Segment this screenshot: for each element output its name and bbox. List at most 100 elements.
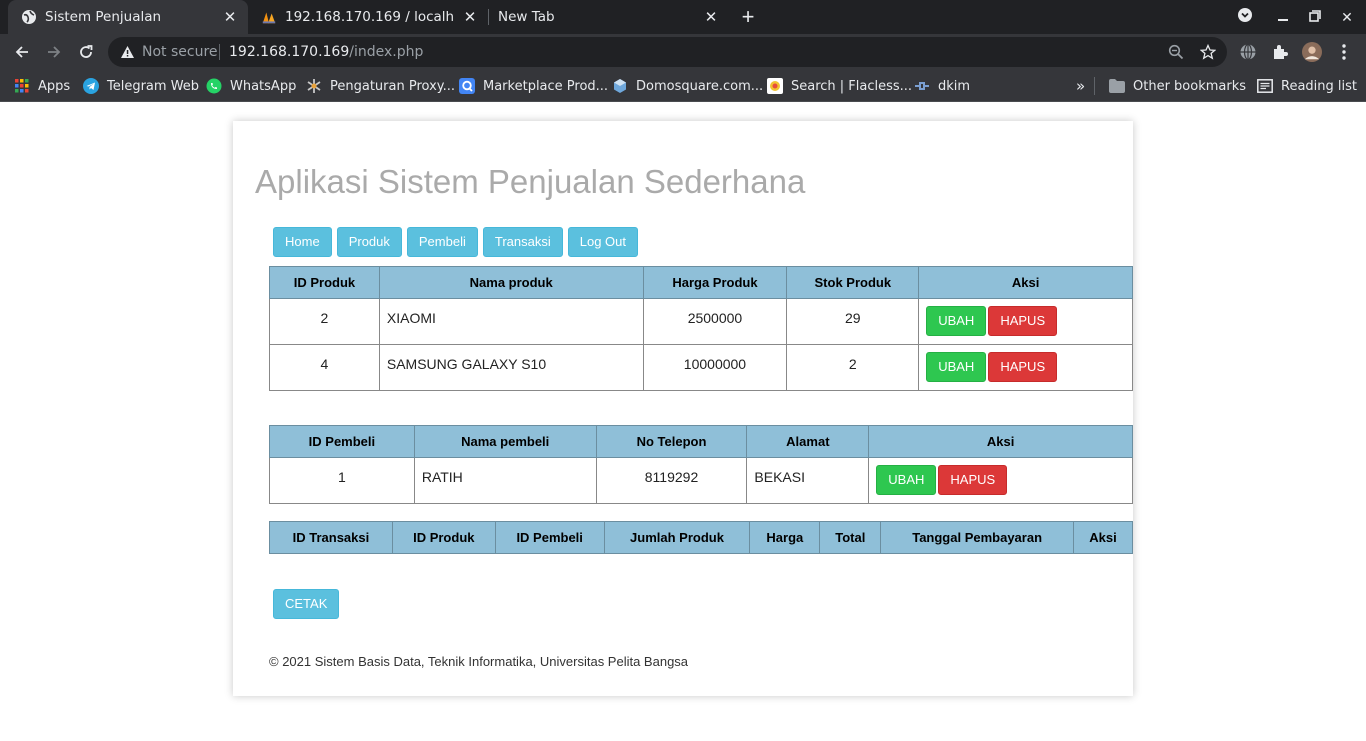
page-title: Aplikasi Sistem Penjualan Sederhana [255, 163, 806, 200]
print-button[interactable]: CETAK [273, 589, 340, 619]
nav-pembeli-button[interactable]: Pembeli [406, 227, 478, 257]
column-header: Aksi [868, 425, 1133, 458]
bookmark-star-icon[interactable] [1199, 43, 1217, 60]
bookmark-label: WhatsApp [230, 78, 297, 94]
cell-aksi: UBAH HAPUS [868, 457, 1133, 504]
column-header: Nama produk [378, 266, 644, 299]
column-header: Jumlah Produk [603, 521, 751, 554]
cell-alamat: BEKASI [746, 457, 870, 504]
bookmark-telegram[interactable]: Telegram Web [83, 77, 199, 95]
whatsapp-icon [206, 78, 222, 94]
bookmark-domosquare[interactable]: Domosquare.com... [612, 77, 763, 95]
tab-strip: Sistem Penjualan ✕ 192.168.170.169 / loc… [0, 0, 1366, 34]
tab-new-tab[interactable]: New Tab ✕ [489, 0, 729, 34]
cell-no-telepon: 8119292 [595, 457, 748, 504]
table-row: 1 RATIH 8119292 BEKASI UBAH HAPUS [269, 457, 1133, 504]
cell-aksi: UBAH HAPUS [918, 298, 1133, 345]
warning-icon[interactable] [120, 45, 135, 64]
column-header: No Telepon [595, 425, 748, 458]
new-tab-icon[interactable]: + [737, 6, 759, 28]
bookmark-label: Pengaturan Proxy... [330, 78, 456, 94]
bookmark-proxy[interactable]: Pengaturan Proxy... [306, 77, 455, 95]
security-label[interactable]: Not secure [142, 44, 218, 60]
tab-phpmyadmin[interactable]: 192.168.170.169 / localhost / j ✕ [248, 0, 488, 34]
minimize-icon[interactable] [1273, 7, 1293, 27]
bookmark-marketplace[interactable]: Marketplace Prod... [459, 77, 608, 95]
cell-stok-produk: 29 [786, 298, 920, 345]
nav-home-button[interactable]: Home [273, 227, 332, 257]
reload-icon[interactable] [74, 40, 98, 64]
proxy-icon [306, 78, 322, 94]
domosquare-icon [612, 78, 628, 94]
zoom-icon[interactable] [1168, 44, 1184, 60]
column-header: Stok Produk [786, 266, 920, 299]
bookmark-label: dkim [938, 78, 971, 94]
nav-produk-button[interactable]: Produk [336, 227, 402, 257]
cell-harga-produk: 2500000 [642, 298, 788, 345]
nav-logout-button[interactable]: Log Out [567, 227, 638, 257]
url-text[interactable]: 192.168.170.169/index.php [229, 44, 423, 60]
delete-button[interactable]: HAPUS [938, 465, 1008, 495]
url-path: /index.php [349, 44, 424, 60]
bookmarks-bar: Apps Telegram Web WhatsApp Pengaturan Pr… [0, 70, 1366, 102]
profile-avatar[interactable] [1302, 42, 1322, 62]
close-tab-icon[interactable]: ✕ [703, 9, 719, 25]
cell-id-produk: 4 [269, 344, 380, 391]
column-header: Nama pembeli [413, 425, 597, 458]
bookmark-whatsapp[interactable]: WhatsApp [206, 77, 296, 95]
delete-button[interactable]: HAPUS [988, 306, 1058, 336]
produk-table: ID Produk Nama produk Harga Produk Stok … [269, 266, 1133, 391]
forward-icon[interactable] [42, 40, 66, 64]
close-window-icon[interactable]: ✕ [1337, 7, 1357, 27]
menu-kebab-icon[interactable] [1334, 42, 1354, 62]
back-icon[interactable] [10, 40, 34, 64]
column-header: ID Produk [269, 266, 380, 299]
reading-list[interactable]: Reading list [1257, 77, 1357, 95]
transaksi-table: ID Transaksi ID Produk ID Pembeli Jumlah… [269, 521, 1133, 554]
address-bar[interactable]: Not secure 192.168.170.169/index.php [108, 37, 1227, 67]
main-container: Aplikasi Sistem Penjualan Sederhana Home… [233, 121, 1133, 696]
close-tab-icon[interactable]: ✕ [462, 9, 478, 25]
toolbar: Not secure 192.168.170.169/index.php [0, 34, 1366, 70]
tab-title: New Tab [498, 9, 555, 25]
tab-search-icon[interactable] [1235, 7, 1255, 27]
bookmark-label: Search | Flacless... [791, 78, 913, 94]
edit-button[interactable]: UBAH [926, 352, 987, 382]
table-row: 2 XIAOMI 2500000 29 UBAH HAPUS [269, 298, 1133, 345]
edit-button[interactable]: UBAH [926, 306, 987, 336]
bookmark-dkim[interactable]: dkim [914, 77, 970, 95]
column-header: Tanggal Pembayaran [880, 521, 1074, 554]
column-header: ID Pembeli [494, 521, 605, 554]
restore-icon[interactable] [1305, 7, 1325, 27]
bookmark-flacless[interactable]: Search | Flacless... [767, 77, 912, 95]
bookmark-label: Apps [38, 78, 71, 94]
extensions-icon[interactable] [1270, 42, 1290, 62]
delete-button[interactable]: HAPUS [988, 352, 1058, 382]
close-tab-icon[interactable]: ✕ [222, 9, 238, 25]
cell-nama-produk: XIAOMI [378, 298, 644, 345]
column-header: Total [819, 521, 882, 554]
tab-sistem-penjualan[interactable]: Sistem Penjualan ✕ [8, 0, 248, 34]
bookmark-label: Marketplace Prod... [483, 78, 609, 94]
cell-harga-produk: 10000000 [642, 344, 788, 391]
cell-aksi: UBAH HAPUS [918, 344, 1133, 391]
cell-id-produk: 2 [269, 298, 380, 345]
column-header: Harga Produk [642, 266, 788, 299]
reading-list-icon [1257, 78, 1273, 94]
edit-button[interactable]: UBAH [876, 465, 937, 495]
column-header: ID Pembeli [269, 425, 415, 458]
phpmyadmin-icon [261, 9, 277, 25]
globe-icon [21, 9, 37, 25]
vpn-globe-icon[interactable] [1238, 42, 1258, 62]
cell-nama-produk: SAMSUNG GALAXY S10 [378, 344, 644, 391]
other-bookmarks-label: Other bookmarks [1133, 78, 1247, 94]
column-header: Alamat [746, 425, 870, 458]
bookmark-label: Domosquare.com... [636, 78, 764, 94]
bookmark-apps[interactable]: Apps [14, 77, 70, 95]
table-row: 4 SAMSUNG GALAXY S10 10000000 2 UBAH HAPU… [269, 344, 1133, 391]
telegram-icon [83, 78, 99, 94]
nav-transaksi-button[interactable]: Transaksi [482, 227, 563, 257]
other-bookmarks[interactable]: Other bookmarks [1109, 77, 1246, 95]
more-bookmarks-chevron-icon[interactable]: » [1076, 77, 1085, 95]
cell-id-pembeli: 1 [269, 457, 415, 504]
